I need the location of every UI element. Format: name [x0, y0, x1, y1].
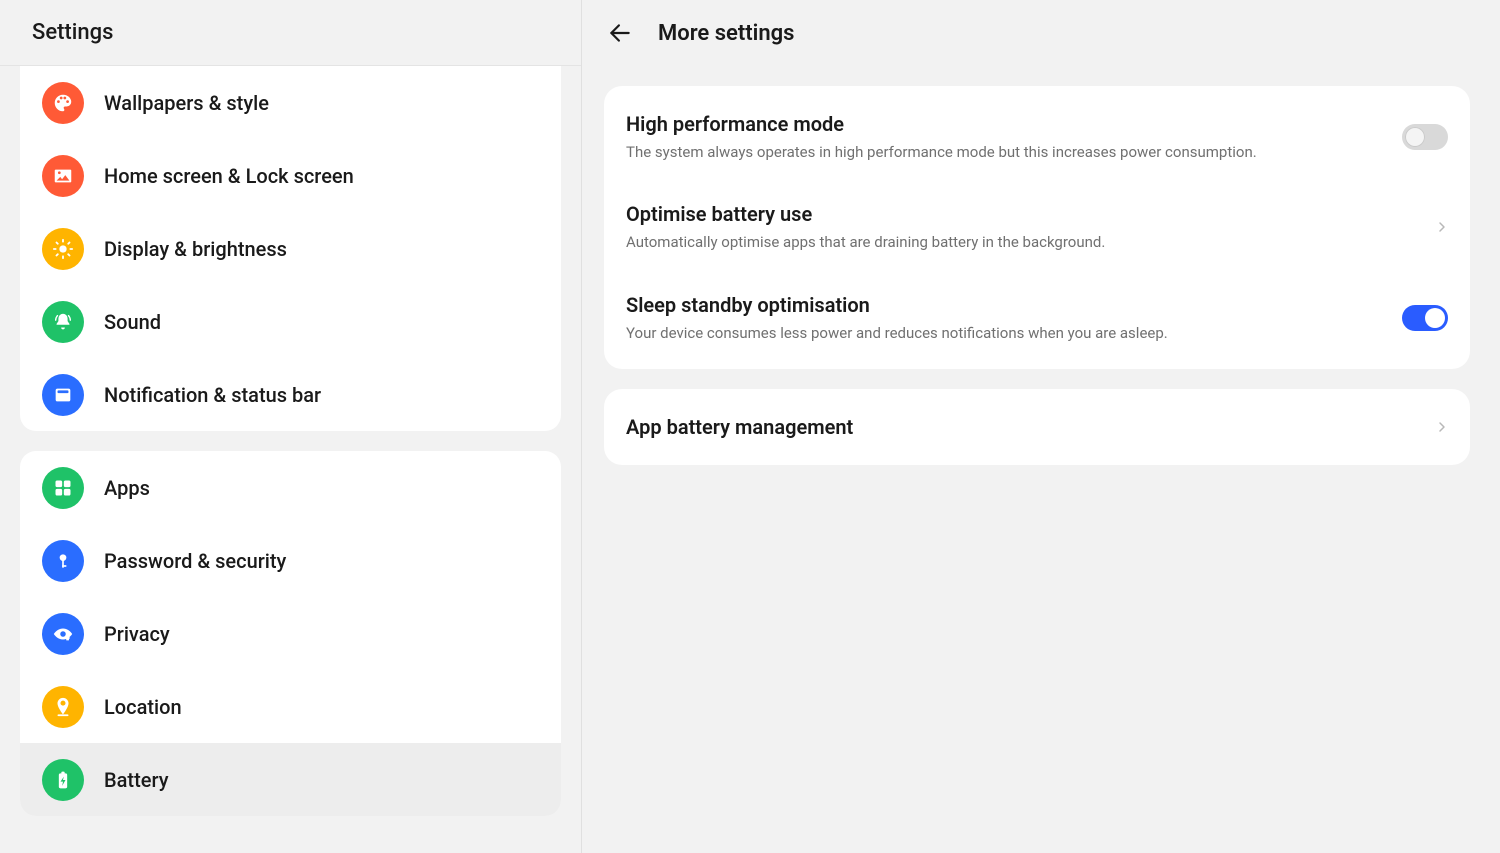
- palette-icon: [42, 82, 84, 124]
- sidebar-item-label: Home screen & Lock screen: [104, 164, 354, 188]
- arrow-left-icon: [607, 20, 633, 46]
- sidebar-header: Settings: [0, 0, 581, 66]
- row-text: Optimise battery use Automatically optim…: [626, 202, 1436, 252]
- row-desc: Your device consumes less power and redu…: [626, 323, 1382, 343]
- settings-group-1: App battery management: [604, 389, 1470, 465]
- privacy-icon: [42, 613, 84, 655]
- settings-sidebar: Settings Wallpapers & style Home screen …: [0, 0, 582, 853]
- sidebar-item-apps[interactable]: Apps: [20, 451, 561, 524]
- sidebar-item-label: Notification & status bar: [104, 383, 321, 407]
- row-high-performance[interactable]: High performance mode The system always …: [604, 92, 1470, 182]
- image-icon: [42, 155, 84, 197]
- sidebar-item-label: Privacy: [104, 622, 170, 646]
- sidebar-title: Settings: [32, 20, 113, 45]
- row-optimise-battery[interactable]: Optimise battery use Automatically optim…: [604, 182, 1470, 272]
- statusbar-icon: [42, 374, 84, 416]
- chevron-right-icon: [1436, 218, 1448, 236]
- sidebar-item-label: Apps: [104, 476, 150, 500]
- row-title: Sleep standby optimisation: [626, 293, 1382, 317]
- sidebar-item-battery[interactable]: Battery: [20, 743, 561, 816]
- row-text: App battery management: [626, 415, 1436, 439]
- row-title: High performance mode: [626, 112, 1382, 136]
- battery-icon: [42, 759, 84, 801]
- row-text: Sleep standby optimisation Your device c…: [626, 293, 1402, 343]
- sidebar-item-notification[interactable]: Notification & status bar: [20, 358, 561, 431]
- row-title: Optimise battery use: [626, 202, 1416, 226]
- sidebar-item-security[interactable]: Password & security: [20, 524, 561, 597]
- toggle-high-performance[interactable]: [1402, 124, 1448, 150]
- row-app-battery-management[interactable]: App battery management: [604, 395, 1470, 459]
- main-header: More settings: [582, 0, 1500, 66]
- sidebar-item-wallpapers[interactable]: Wallpapers & style: [20, 66, 561, 139]
- sidebar-item-label: Wallpapers & style: [104, 91, 269, 115]
- sidebar-item-sound[interactable]: Sound: [20, 285, 561, 358]
- sidebar-item-label: Display & brightness: [104, 237, 287, 261]
- row-text: High performance mode The system always …: [626, 112, 1402, 162]
- back-button[interactable]: [602, 15, 638, 51]
- row-sleep-standby[interactable]: Sleep standby optimisation Your device c…: [604, 273, 1470, 363]
- main-panel: More settings High performance mode The …: [582, 0, 1500, 853]
- sidebar-item-label: Sound: [104, 310, 161, 334]
- sun-icon: [42, 228, 84, 270]
- sidebar-item-display[interactable]: Display & brightness: [20, 212, 561, 285]
- row-title: App battery management: [626, 415, 1416, 439]
- sidebar-item-privacy[interactable]: Privacy: [20, 597, 561, 670]
- main-content: High performance mode The system always …: [582, 66, 1500, 853]
- sidebar-item-home-lock[interactable]: Home screen & Lock screen: [20, 139, 561, 212]
- apps-icon: [42, 467, 84, 509]
- bell-icon: [42, 301, 84, 343]
- sidebar-item-location[interactable]: Location: [20, 670, 561, 743]
- sidebar-item-label: Password & security: [104, 549, 286, 573]
- sidebar-scroll[interactable]: Wallpapers & style Home screen & Lock sc…: [0, 66, 581, 853]
- sidebar-group-0: Wallpapers & style Home screen & Lock sc…: [20, 66, 561, 431]
- location-icon: [42, 686, 84, 728]
- row-desc: The system always operates in high perfo…: [626, 142, 1382, 162]
- sidebar-group-1: Apps Password & security Privacy Locatio…: [20, 451, 561, 816]
- settings-group-0: High performance mode The system always …: [604, 86, 1470, 369]
- sidebar-item-label: Location: [104, 695, 182, 719]
- toggle-sleep-standby[interactable]: [1402, 305, 1448, 331]
- key-icon: [42, 540, 84, 582]
- sidebar-item-label: Battery: [104, 768, 168, 792]
- page-title: More settings: [658, 21, 794, 46]
- chevron-right-icon: [1436, 418, 1448, 436]
- row-desc: Automatically optimise apps that are dra…: [626, 232, 1416, 252]
